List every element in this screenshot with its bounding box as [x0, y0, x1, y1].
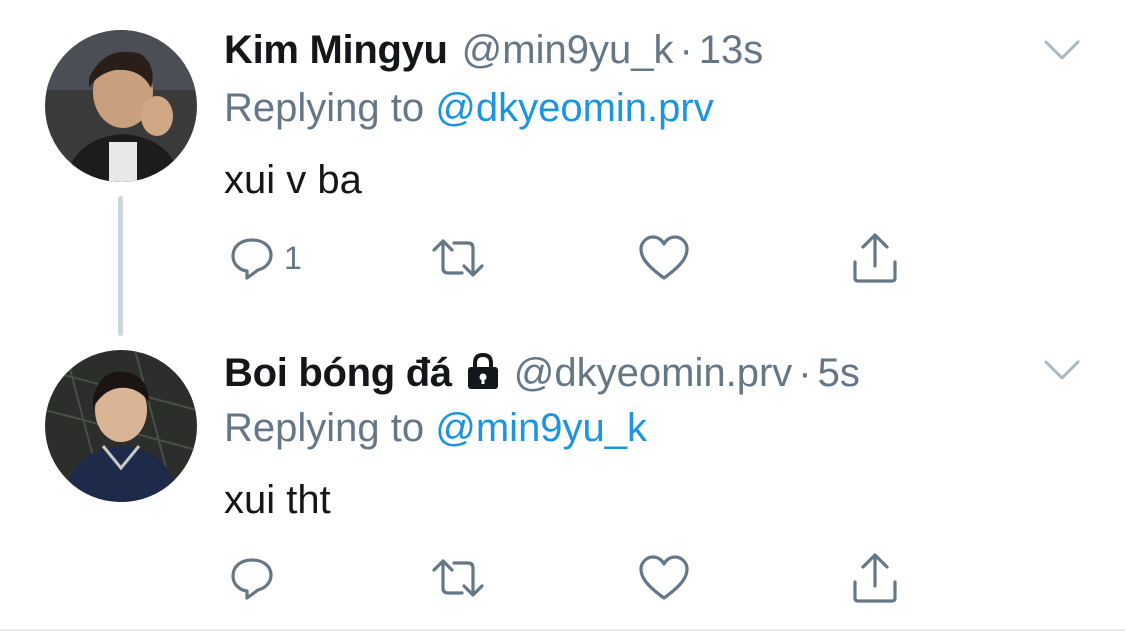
timestamp[interactable]: 5s — [818, 351, 860, 396]
username[interactable]: @dkyeomin.prv — [514, 351, 792, 396]
share-icon — [853, 233, 897, 283]
replying-to: Replying to @min9yu_k — [224, 406, 647, 451]
like-icon — [639, 555, 689, 600]
replying-to-label: Replying to — [224, 86, 425, 130]
replying-to: Replying to @dkyeomin.prv — [224, 86, 714, 131]
tweet[interactable]: Boi bóng đá @dkyeomin.prv · 5s Replying … — [0, 320, 1125, 631]
thread-line — [118, 196, 123, 336]
reply-icon — [231, 238, 273, 280]
tweet-actions: 1 — [224, 228, 924, 288]
avatar-photo — [45, 30, 197, 182]
display-name[interactable]: Kim Mingyu — [224, 28, 448, 73]
tweet-header: Boi bóng đá @dkyeomin.prv · 5s — [224, 348, 860, 398]
separator-dot: · — [798, 351, 812, 395]
retweet-button[interactable] — [430, 548, 486, 608]
username[interactable]: @min9yu_k — [462, 28, 674, 73]
display-name[interactable]: Boi bóng đá — [224, 351, 452, 396]
replying-to-mention[interactable]: @min9yu_k — [435, 406, 647, 450]
reply-button[interactable] — [228, 548, 284, 608]
separator-dot: · — [679, 28, 693, 72]
share-button[interactable] — [850, 548, 900, 608]
avatar[interactable] — [45, 350, 197, 502]
share-icon — [853, 553, 897, 603]
reply-count: 1 — [284, 239, 302, 276]
retweet-icon — [432, 239, 484, 277]
like-button[interactable] — [638, 228, 690, 288]
replying-to-mention[interactable]: @dkyeomin.prv — [435, 86, 713, 130]
tweet-header: Kim Mingyu @min9yu_k · 13s — [224, 28, 763, 78]
like-button[interactable] — [638, 548, 690, 608]
reply-button[interactable]: 1 — [228, 228, 302, 288]
chevron-down-icon[interactable] — [1042, 356, 1082, 384]
tweet-text: xui tht — [224, 478, 331, 522]
lock-icon — [467, 352, 498, 389]
avatar[interactable] — [45, 30, 197, 182]
tweet-actions — [224, 548, 924, 608]
tweet-text: xui v ba — [224, 158, 362, 202]
share-button[interactable] — [850, 228, 900, 288]
chevron-down-icon[interactable] — [1042, 36, 1082, 64]
retweet-button[interactable] — [430, 228, 486, 288]
like-icon — [639, 235, 689, 280]
replying-to-label: Replying to — [224, 406, 425, 450]
retweet-icon — [432, 559, 484, 597]
tweet[interactable]: Kim Mingyu @min9yu_k · 13s Replying to @… — [0, 0, 1125, 336]
reply-icon — [231, 558, 273, 600]
timestamp[interactable]: 13s — [699, 28, 764, 73]
avatar-photo — [45, 350, 197, 502]
